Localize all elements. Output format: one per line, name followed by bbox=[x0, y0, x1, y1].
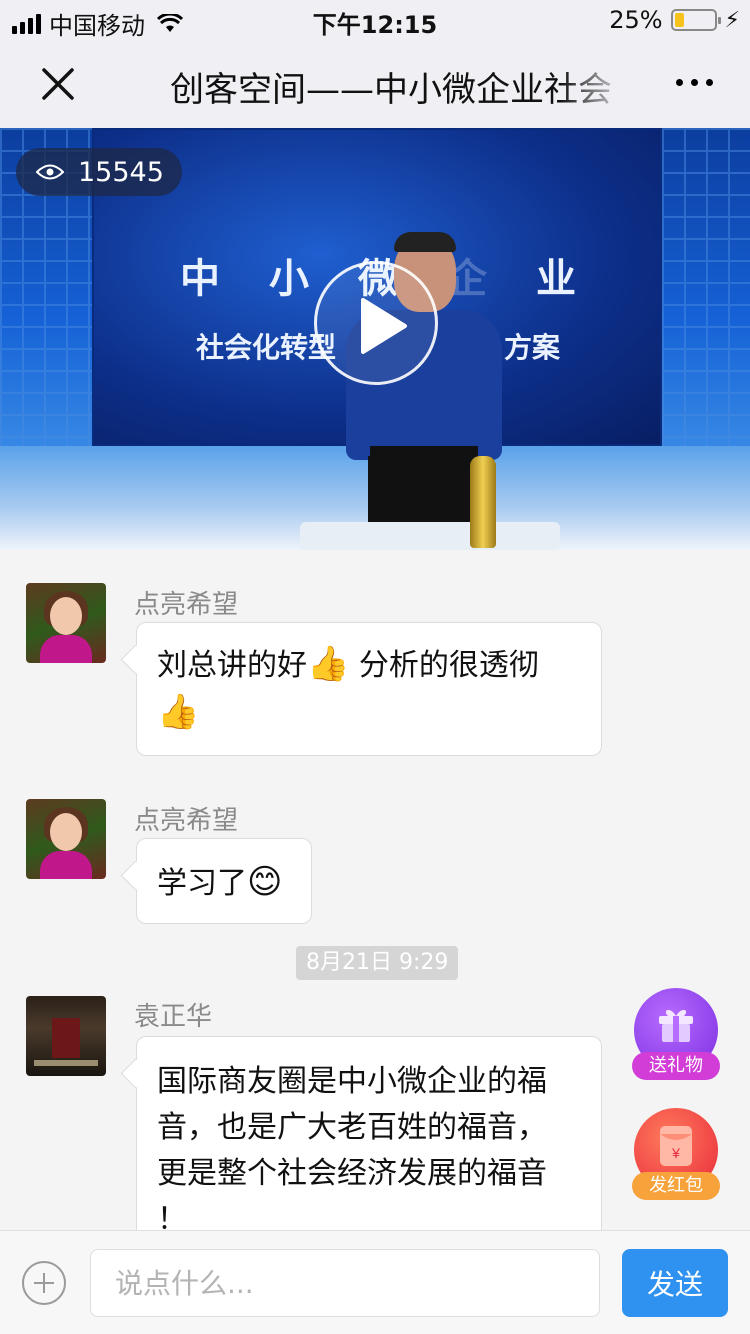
avatar[interactable] bbox=[26, 583, 106, 663]
viewer-count-badge: 15545 bbox=[16, 148, 182, 196]
gift-icon bbox=[659, 1009, 693, 1042]
avatar[interactable] bbox=[26, 996, 106, 1076]
send-gift-label: 送礼物 bbox=[632, 1052, 720, 1080]
chat-message-list[interactable]: 点亮希望 刘总讲的好👍 分析的很透彻 👍 点亮希望 学习了😊 8月21日 9:2… bbox=[0, 550, 750, 1230]
close-icon[interactable] bbox=[36, 62, 80, 106]
send-button[interactable]: 发送 bbox=[622, 1249, 728, 1317]
avatar[interactable] bbox=[26, 799, 106, 879]
message-timestamp: 8月21日 9:29 bbox=[296, 946, 459, 980]
send-gift-button[interactable]: 送礼物 bbox=[632, 988, 720, 1080]
message-input[interactable] bbox=[90, 1249, 600, 1317]
trophy bbox=[470, 456, 496, 548]
charging-icon: ⚡ bbox=[724, 7, 740, 33]
status-bar: 中国移动 下午12:15 25% ⚡ bbox=[0, 0, 750, 40]
thumbs-up-icon: 👍 bbox=[307, 644, 350, 684]
svg-text:¥: ¥ bbox=[671, 1145, 680, 1161]
message-bubble[interactable]: 国际商友圈是中小微企业的福 音，也是广大老百姓的福音， 更是整个社会经济发展的福… bbox=[136, 1036, 602, 1230]
eye-icon bbox=[36, 164, 64, 180]
video-player[interactable]: 中 小 微 企 业 社会化转型解决方案解决方案 15545 bbox=[0, 128, 750, 550]
message-bubble[interactable]: 刘总讲的好👍 分析的很透彻 👍 bbox=[136, 622, 602, 756]
input-bar: 发送 bbox=[0, 1230, 750, 1334]
message-bubble[interactable]: 学习了😊 bbox=[136, 838, 312, 924]
battery-percent: 25% bbox=[609, 6, 663, 34]
battery-icon bbox=[670, 9, 721, 31]
play-button[interactable] bbox=[314, 261, 438, 385]
red-packet-icon: ¥ bbox=[660, 1126, 692, 1166]
nav-bar: 创客空间——中小微企业社会 bbox=[0, 40, 750, 128]
red-packet-button[interactable]: ¥ 发红包 bbox=[632, 1108, 720, 1200]
play-icon bbox=[361, 298, 407, 354]
desk bbox=[300, 522, 560, 550]
more-icon[interactable] bbox=[676, 70, 716, 94]
add-attachment-button[interactable] bbox=[22, 1261, 66, 1305]
sender-name: 点亮希望 bbox=[134, 806, 239, 836]
sender-name: 点亮希望 bbox=[134, 590, 239, 620]
viewer-count: 15545 bbox=[78, 156, 164, 188]
red-packet-label: 发红包 bbox=[632, 1172, 720, 1200]
smile-icon: 😊 bbox=[247, 862, 283, 902]
thumbs-up-icon: 👍 bbox=[157, 692, 200, 732]
sender-name: 袁正华 bbox=[134, 1002, 213, 1032]
